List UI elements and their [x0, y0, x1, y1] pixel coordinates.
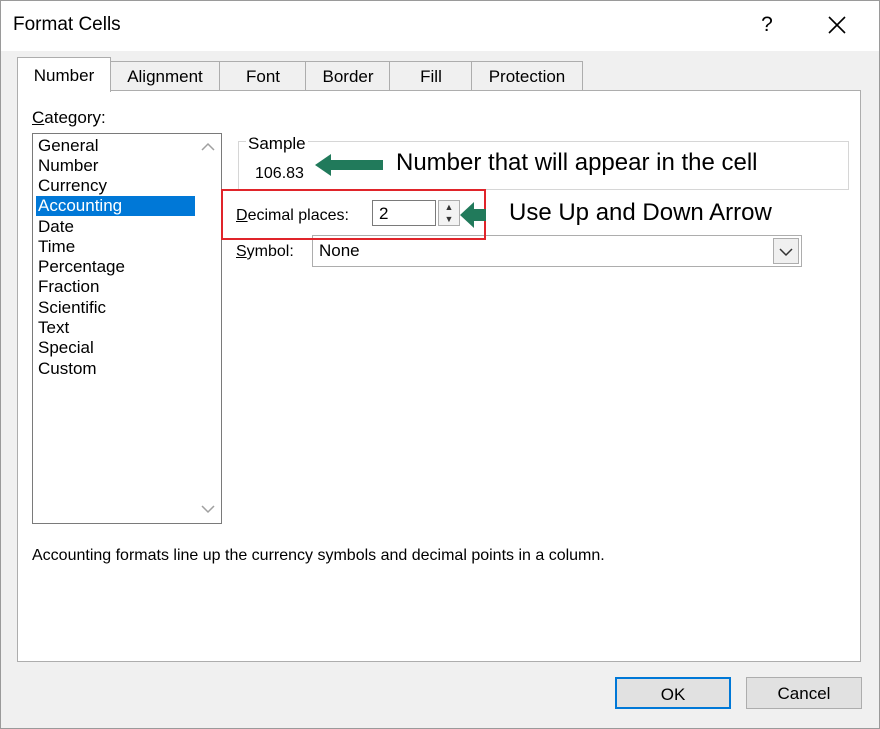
- format-cells-dialog: Format Cells ? Number Alignment Font Bor…: [0, 0, 880, 729]
- chevron-up-icon[interactable]: [201, 142, 215, 152]
- category-item-date[interactable]: Date: [36, 217, 195, 237]
- sample-value: 106.83: [255, 165, 304, 182]
- cancel-button[interactable]: Cancel: [746, 677, 862, 709]
- category-item-custom[interactable]: Custom: [36, 359, 195, 379]
- sample-pointer-arrow-icon: [315, 154, 383, 176]
- symbol-label: Symbol:: [236, 243, 294, 260]
- category-item-accounting[interactable]: Accounting: [36, 196, 195, 216]
- ok-button[interactable]: OK: [615, 677, 731, 709]
- tab-alignment[interactable]: Alignment: [109, 61, 221, 91]
- decimal-places-highlight: [221, 189, 486, 240]
- category-item-text[interactable]: Text: [36, 318, 195, 338]
- sample-annotation: Number that will appear in the cell: [396, 149, 758, 176]
- category-item-scientific[interactable]: Scientific: [36, 298, 195, 318]
- dialog-title: Format Cells: [13, 14, 121, 35]
- sample-label: Sample: [246, 134, 308, 154]
- chevron-down-icon[interactable]: [201, 504, 215, 514]
- dropdown-arrow-button[interactable]: [773, 238, 799, 264]
- spinner-pointer-arrow-icon: [460, 202, 486, 228]
- tab-number[interactable]: Number: [17, 57, 111, 92]
- tab-border[interactable]: Border: [305, 61, 391, 91]
- category-item-general[interactable]: General: [36, 136, 195, 156]
- category-scrollbar[interactable]: [195, 134, 221, 523]
- help-button[interactable]: ?: [745, 7, 789, 43]
- close-button[interactable]: [813, 7, 861, 43]
- category-item-currency[interactable]: Currency: [36, 176, 195, 196]
- category-item-time[interactable]: Time: [36, 237, 195, 257]
- category-item-number[interactable]: Number: [36, 156, 195, 176]
- category-item-special[interactable]: Special: [36, 338, 195, 358]
- category-item-percentage[interactable]: Percentage: [36, 257, 195, 277]
- category-item-fraction[interactable]: Fraction: [36, 277, 195, 297]
- tab-font[interactable]: Font: [219, 61, 307, 91]
- category-list[interactable]: General Number Currency Accounting Date …: [32, 133, 222, 524]
- symbol-selected-value: None: [319, 241, 360, 260]
- format-description: Accounting formats line up the currency …: [32, 547, 605, 564]
- spinner-annotation: Use Up and Down Arrow: [509, 199, 772, 226]
- tab-fill[interactable]: Fill: [389, 61, 473, 91]
- close-icon: [828, 16, 846, 34]
- category-label: Category:: [32, 108, 106, 127]
- tab-protection[interactable]: Protection: [471, 61, 583, 91]
- chevron-down-icon: [779, 248, 793, 257]
- title-bar: Format Cells ?: [1, 1, 879, 51]
